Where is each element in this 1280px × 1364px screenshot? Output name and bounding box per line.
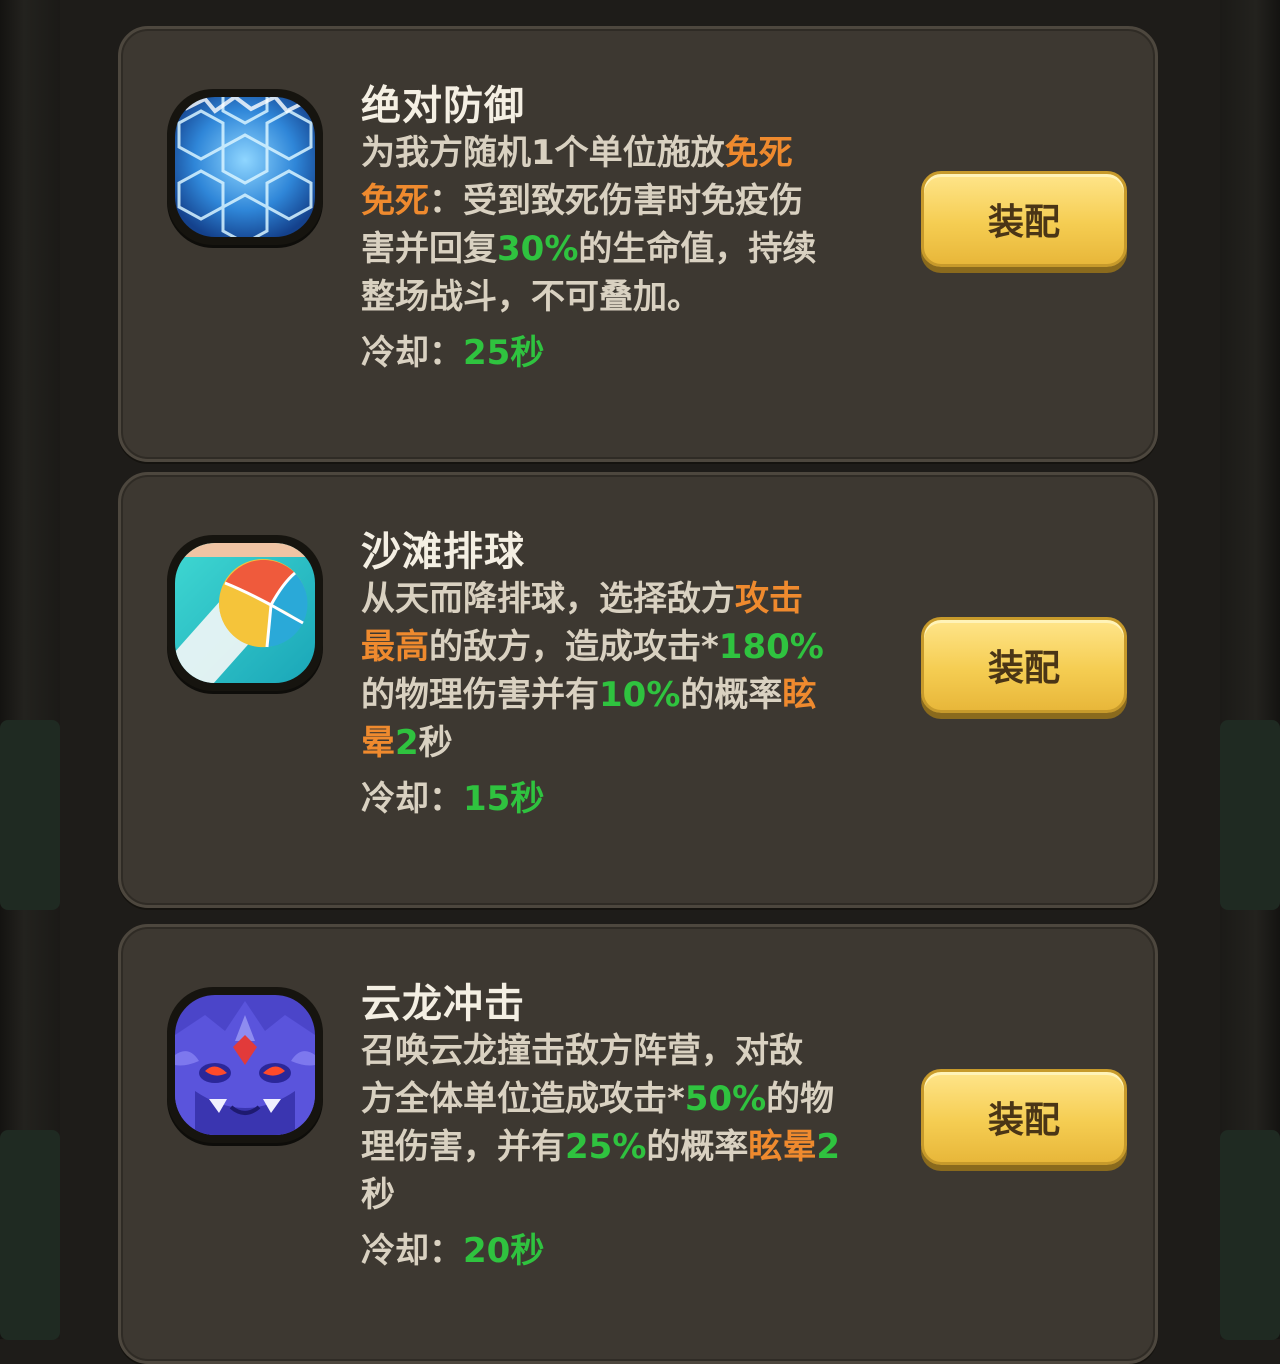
skill-description: 为我方随机1个单位施放免死 免死：受到致死伤害时免疫伤 害并回复30%的生命值，持续… (361, 129, 886, 321)
cooldown: 冷却：25秒 (361, 325, 544, 374)
skill-description: 从天而降排球，选择敌方攻击最高的敌方，造成攻击*180% 的物理伤害并有10%的概… (361, 575, 886, 767)
cooldown-label: 冷却： (361, 1231, 463, 1271)
cooldown-label: 冷却： (361, 779, 463, 819)
desc-text: 整场战斗，不可叠加。 (361, 277, 701, 317)
equip-button[interactable]: 装配 (921, 1069, 1127, 1165)
skill-title: 沙滩排球 (361, 529, 525, 575)
desc-highlight: 25% (565, 1127, 647, 1167)
desc-text: 的生命值，持续 (578, 229, 817, 269)
desc-highlight: 眩晕 (748, 1127, 817, 1167)
desc-highlight: 最高 (361, 627, 429, 667)
skill-description: 召唤云龙撞击敌方阵营，对敌 方全体单位造成攻击*50%的物理伤害，并有25%的概率… (361, 1027, 886, 1219)
desc-highlight: 2 (395, 723, 419, 763)
desc-highlight: 30% (497, 229, 579, 269)
skill-card: 绝对防御 为我方随机1个单位施放免死 免死：受到致死伤害时免疫伤 害并回复30%的生… (118, 26, 1158, 462)
desc-text: 的物 (766, 1079, 835, 1119)
skill-card: 云龙冲击 召唤云龙撞击敌方阵营，对敌 方全体单位造成攻击*50%的物 理伤害，并有2… (118, 924, 1158, 1364)
desc-highlight: 180% (718, 627, 824, 667)
desc-highlight: 2 (816, 1127, 841, 1167)
cooldown-value: 15秒 (463, 779, 545, 819)
desc-text: 从天而降排球，选择敌方 (361, 579, 735, 619)
shield-hexagon-icon (167, 89, 323, 245)
equip-button[interactable]: 装配 (921, 171, 1127, 267)
skill-title: 绝对防御 (361, 83, 525, 129)
desc-highlight: 10% (599, 675, 681, 715)
background-right-edge (1220, 0, 1280, 1340)
cooldown-value: 25秒 (463, 333, 545, 373)
desc-text: 的物理伤害并有 (361, 675, 599, 715)
desc-text: 方全体单位造成攻击* (361, 1079, 685, 1119)
cooldown-value: 20秒 (463, 1231, 545, 1271)
desc-highlight: 晕 (361, 723, 395, 763)
desc-highlight: 攻击 (735, 579, 803, 619)
desc-text: 的概率 (646, 1127, 749, 1167)
desc-highlight: 50% (684, 1079, 767, 1119)
skill-title: 云龙冲击 (361, 981, 525, 1027)
equip-button[interactable]: 装配 (921, 617, 1127, 713)
cooldown-label: 冷却： (361, 333, 463, 373)
skill-card: 沙滩排球 从天而降排球，选择敌方攻击最高的敌方，造成攻击*180% 的物理伤害并有… (118, 472, 1158, 908)
desc-text: 害并回复 (361, 229, 497, 269)
desc-text: 秒 (361, 1175, 395, 1215)
desc-text: 的敌方，造成攻击* (429, 627, 719, 667)
cooldown: 冷却：20秒 (361, 1223, 544, 1272)
desc-text: ：受到致死伤害时免疫伤 (429, 181, 803, 221)
desc-highlight: 免死 (361, 181, 429, 221)
volleyball-icon (167, 535, 323, 691)
desc-text: 秒 (418, 723, 453, 763)
desc-text: 为我方随机1个单位施放 (361, 133, 725, 173)
desc-text: 理伤害，并有 (361, 1127, 565, 1167)
cloud-dragon-icon (167, 987, 323, 1143)
background-left-edge (0, 0, 60, 1340)
desc-text: 的概率 (680, 675, 783, 715)
cooldown: 冷却：15秒 (361, 771, 544, 820)
desc-highlight: 免死 (724, 133, 793, 173)
desc-highlight: 眩 (782, 675, 817, 715)
desc-text: 召唤云龙撞击敌方阵营，对敌 (361, 1031, 803, 1071)
